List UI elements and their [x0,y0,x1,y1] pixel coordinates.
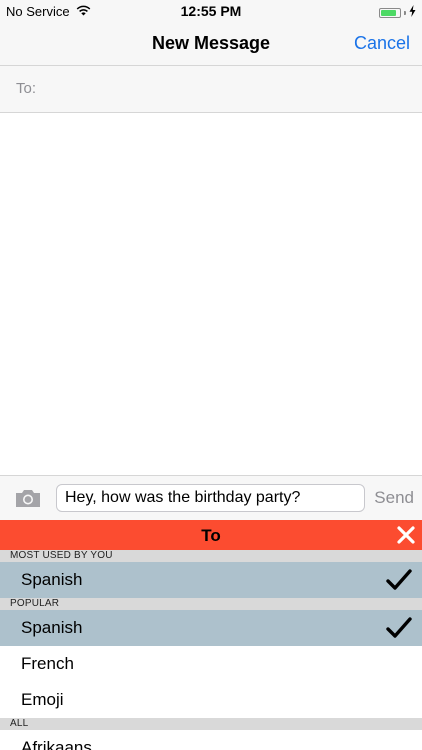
status-bar: No Service 12:55 PM [0,0,422,22]
language-label: Afrikaans [21,738,92,750]
translate-panel-header: To [0,520,422,550]
checkmark-icon [386,568,412,592]
language-row-popular-spanish[interactable]: Spanish [0,610,422,646]
screen: No Service 12:55 PM New Message Cancel T… [0,0,422,750]
battery-cap [404,10,406,15]
send-button[interactable]: Send [374,488,414,508]
language-label: Spanish [21,570,83,589]
charging-bolt-icon [409,5,416,20]
language-label: Spanish [21,618,83,637]
status-time: 12:55 PM [180,3,242,19]
message-input[interactable]: Hey, how was the birthday party? [56,484,365,512]
camera-icon [14,490,42,513]
language-list[interactable]: MOST USED BY YOU Spanish POPULAR Spanish… [0,550,422,750]
section-header-most-used: MOST USED BY YOU [0,550,422,562]
section-header-popular: POPULAR [0,598,422,610]
battery-icon [379,7,401,18]
language-row-all-afrikaans[interactable]: Afrikaans [0,730,422,750]
language-row-popular-emoji[interactable]: Emoji [0,682,422,718]
compose-bar: Hey, how was the birthday party? Send [0,475,422,520]
camera-button[interactable] [14,487,42,509]
checkmark-icon [386,616,412,640]
battery-level [381,9,397,16]
language-label: Emoji [21,690,64,709]
message-area [0,113,422,475]
recipient-field[interactable]: To: [0,66,422,113]
nav-bar: New Message Cancel [0,22,422,66]
close-button[interactable] [396,525,416,545]
cancel-button[interactable]: Cancel [354,33,410,54]
language-row-most-used-spanish[interactable]: Spanish [0,562,422,598]
section-header-all: ALL [0,718,422,730]
recipient-label: To: [16,80,37,97]
status-right [379,5,416,20]
translate-panel-title: To [201,526,221,545]
language-label: French [21,654,74,673]
language-row-popular-french[interactable]: French [0,646,422,682]
close-icon [396,526,416,549]
